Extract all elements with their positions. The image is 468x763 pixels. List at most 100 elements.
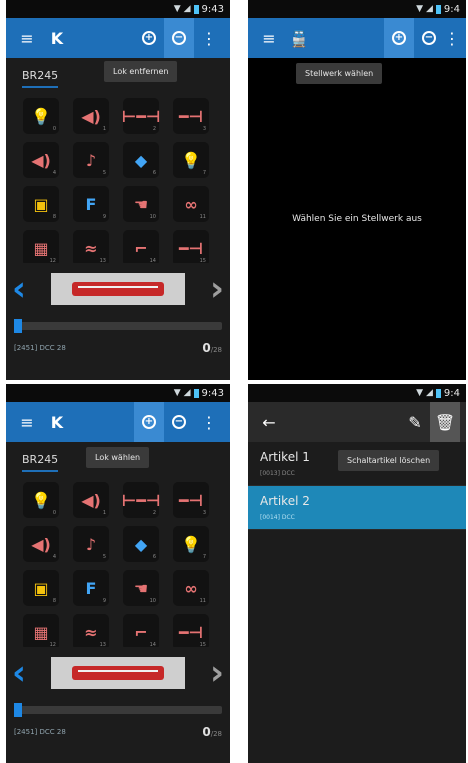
chevron-left-icon[interactable]: ‹ <box>12 272 26 306</box>
function-number: 1 <box>102 510 106 516</box>
function-button[interactable]: ◀) 1 <box>73 98 109 134</box>
speed-readout: 0/28 <box>202 725 222 739</box>
function-button[interactable]: ▦ 12 <box>23 230 59 263</box>
function-number: 3 <box>202 126 206 132</box>
function-button[interactable]: ━⊣ 3 <box>173 482 209 518</box>
app-bar: ≡ K + − ⋮ <box>6 402 230 442</box>
cab-light-icon: ▣ <box>33 194 49 214</box>
function-grid: 💡 0 ◀) 1 ⊢━⊣ 2 ━⊣ 3 ◀) 4 ♪ 5 ◆ 6 💡 7 ▣ 8 F 9 ☚ 10 ∞ 11 ▦ 12 ≈13 ⌐ 14… <box>6 472 230 647</box>
function-button[interactable]: ━⊣ 3 <box>173 98 209 134</box>
function-number: 13 <box>99 642 106 647</box>
battery-icon <box>435 388 441 398</box>
signal-icon: ◢ <box>425 388 433 398</box>
function-number: 11 <box>199 214 206 220</box>
function-button[interactable]: ◀) 4 <box>23 526 59 562</box>
edit-pencil-icon[interactable]: ✎ <box>400 402 430 442</box>
remove-loco-button[interactable]: − <box>164 18 194 58</box>
add-loco-button[interactable]: + <box>134 402 164 442</box>
remove-circle-icon: − <box>172 31 186 45</box>
list-item[interactable]: Artikel 2 [0014] DCC <box>248 486 466 530</box>
crane-icon: ⌐ <box>134 238 148 258</box>
function-button[interactable]: ▣ 8 <box>23 186 59 222</box>
speed-slider[interactable] <box>6 699 230 721</box>
back-arrow-icon[interactable]: ← <box>254 402 284 442</box>
hand-icon: ☚ <box>133 578 149 598</box>
function-button[interactable]: F9 <box>73 186 109 222</box>
menu-icon[interactable]: ≡ <box>254 18 284 58</box>
speed-slider[interactable] <box>6 315 230 337</box>
horn-icon: ◀) <box>31 534 51 554</box>
chevron-right-icon[interactable]: › <box>210 656 224 690</box>
function-number: 0 <box>52 126 56 132</box>
remove-loco-button[interactable]: − <box>164 402 194 442</box>
function-button[interactable]: ▣ 8 <box>23 570 59 606</box>
function-button[interactable]: ♪ 5 <box>73 526 109 562</box>
grid-icon: ▦ <box>33 238 49 258</box>
function-number: 14 <box>149 642 156 647</box>
function-button[interactable]: ⌐ 14 <box>123 614 159 647</box>
lightbulb-icon: 💡 <box>31 490 51 510</box>
whistle-icon: ♪ <box>85 534 97 554</box>
function-button[interactable]: ◀) 1 <box>73 482 109 518</box>
speed-max: /28 <box>210 346 222 354</box>
loco-selector: ‹ › <box>6 647 230 699</box>
item-title: Artikel 2 <box>260 494 310 508</box>
link-icon: ∞ <box>184 578 198 598</box>
menu-icon[interactable]: ≡ <box>12 402 42 442</box>
function-button[interactable]: 💡 7 <box>173 526 209 562</box>
function-button[interactable]: ♪ 5 <box>73 142 109 178</box>
function-number: 11 <box>199 598 206 604</box>
status-time: 9:43 <box>201 387 224 399</box>
function-number: 9 <box>102 214 106 220</box>
function-button[interactable]: ◆ 6 <box>123 142 159 178</box>
screen-throttle-select: ▼ ◢ 9:43 ≡ K + − ⋮ Lok wählen BR245 💡 0 ◀)… <box>6 384 230 763</box>
function-button[interactable]: ∞ 11 <box>173 570 209 606</box>
function-button[interactable]: ⌐ 14 <box>123 230 159 263</box>
function-number: 8 <box>52 598 56 604</box>
more-vert-icon[interactable]: ⋮ <box>194 18 224 58</box>
function-button[interactable]: ≈13 <box>73 614 109 647</box>
shunting-icon: ◆ <box>134 534 148 554</box>
menu-icon[interactable]: ≡ <box>12 18 42 58</box>
function-button[interactable]: ≈13 <box>73 230 109 263</box>
function-f-icon: F <box>85 194 97 214</box>
slider-thumb[interactable] <box>14 703 22 717</box>
function-number: 3 <box>202 510 206 516</box>
loco-info: [2451] DCC 28 0/28 <box>6 721 230 743</box>
more-vert-icon[interactable]: ⋮ <box>444 18 460 58</box>
function-number: 10 <box>149 598 156 604</box>
screen-schaltartikel: ▼ ◢ 9:4 ← ✎ 🗑 Schaltartikel löschen Arti… <box>248 384 466 763</box>
chevron-left-icon[interactable]: ‹ <box>12 656 26 690</box>
function-button[interactable]: ∞ 11 <box>173 186 209 222</box>
remove-stellwerk-button[interactable]: − <box>414 18 444 58</box>
chevron-right-icon[interactable]: › <box>210 272 224 306</box>
function-button[interactable]: ⊢━⊣ 2 <box>122 482 160 518</box>
function-button[interactable]: ▦ 12 <box>23 614 59 647</box>
function-button[interactable]: 💡 7 <box>173 142 209 178</box>
delete-trash-icon[interactable]: 🗑 <box>430 402 460 442</box>
function-button[interactable]: 💡 0 <box>23 98 59 134</box>
more-vert-icon[interactable]: ⋮ <box>194 402 224 442</box>
add-loco-button[interactable]: + <box>134 18 164 58</box>
tooltip: Stellwerk wählen <box>296 63 383 84</box>
function-button[interactable]: ━⊣ 15 <box>173 230 209 263</box>
function-button[interactable]: ━⊣ 15 <box>173 614 209 647</box>
function-button[interactable]: F9 <box>73 570 109 606</box>
item-address: [0014] DCC <box>260 514 295 521</box>
slider-track[interactable] <box>14 319 222 333</box>
function-button[interactable]: ◆ 6 <box>123 526 159 562</box>
add-stellwerk-button[interactable]: + <box>384 18 414 58</box>
function-number: 5 <box>102 170 106 176</box>
wifi-icon: ▼ <box>173 388 181 398</box>
loco-address: [2451] DCC 28 <box>14 344 66 352</box>
function-button[interactable]: 💡 0 <box>23 482 59 518</box>
function-number: 6 <box>152 554 156 560</box>
remove-circle-icon: − <box>422 31 436 45</box>
function-button[interactable]: ◀) 4 <box>23 142 59 178</box>
lightbulb-icon: 💡 <box>31 106 51 126</box>
slider-track[interactable] <box>14 703 222 717</box>
slider-thumb[interactable] <box>14 319 22 333</box>
function-button[interactable]: ⊢━⊣ 2 <box>122 98 160 134</box>
function-button[interactable]: ☚ 10 <box>123 570 159 606</box>
function-button[interactable]: ☚ 10 <box>123 186 159 222</box>
